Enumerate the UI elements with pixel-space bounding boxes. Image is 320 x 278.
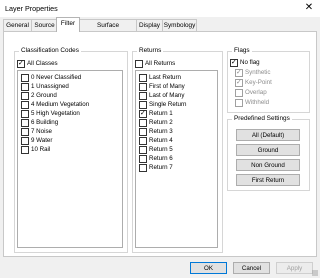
resize-grip-icon[interactable]	[312, 270, 318, 276]
cancel-button[interactable]: Cancel	[233, 262, 270, 274]
classification-group: Classification Codes All Classes 0 Never…	[14, 47, 128, 253]
list-item-label: 2 Ground	[31, 92, 57, 99]
checkbox-icon	[21, 101, 29, 109]
predefined-title: Predefined Settings	[232, 115, 292, 123]
checkbox-icon	[139, 128, 147, 136]
checkbox-icon	[230, 58, 238, 67]
tab-symbology[interactable]: Symbology	[162, 19, 197, 31]
flags-group: Flags No flag Synthetic Key-Point Overla…	[227, 47, 310, 113]
flag-label: Overlap	[245, 89, 267, 96]
checkbox-icon	[235, 89, 243, 97]
checkbox-icon	[139, 137, 147, 145]
list-item-label: Return 3	[149, 128, 173, 135]
list-item-label: Last of Many	[149, 92, 185, 99]
list-item-label: Last Return	[149, 74, 181, 81]
list-item-label: 4 Medium Vegetation	[31, 101, 90, 108]
flag-label: Withheld	[245, 99, 270, 106]
checkbox-icon	[139, 119, 147, 127]
list-item-label: 6 Building	[31, 119, 59, 126]
tab-source[interactable]: Source	[31, 19, 58, 31]
checkbox-icon	[139, 146, 147, 154]
checkbox-icon	[235, 78, 243, 87]
layer-properties-dialog: Layer Properties ✕ General Source Filter…	[0, 0, 320, 278]
list-item-label: 0 Never Classified	[31, 74, 82, 81]
checkbox-icon	[21, 146, 29, 154]
predefined-settings-group: Predefined Settings All (Default) Ground…	[227, 115, 310, 191]
list-item-label: Return 7	[149, 164, 173, 171]
ok-button[interactable]: OK	[190, 262, 227, 274]
tab-general[interactable]: General	[3, 19, 32, 31]
classification-title: Classification Codes	[19, 47, 81, 55]
flag-label: Synthetic	[245, 69, 271, 76]
apply-button[interactable]: Apply	[276, 262, 313, 274]
checkbox-icon	[21, 128, 29, 136]
all-returns-label: All Returns	[145, 60, 176, 67]
list-item-label: 10 Rail	[31, 146, 51, 153]
list-item-label: Return 2	[149, 119, 173, 126]
checkbox-icon	[139, 83, 147, 91]
flags-title: Flags	[232, 47, 252, 55]
checkbox-icon	[139, 101, 147, 109]
flag-label: Key-Point	[245, 79, 272, 86]
returns-list[interactable]: Last Return First of Many Last of Many S…	[135, 70, 218, 248]
checkbox-icon	[21, 74, 29, 82]
classification-list[interactable]: 0 Never Classified 1 Unassigned 2 Ground…	[17, 70, 123, 248]
list-item-label: 5 High Vegetation	[31, 110, 80, 117]
checkbox-icon	[139, 164, 147, 172]
checkbox-icon	[139, 92, 147, 100]
list-item-label: Return 6	[149, 155, 173, 162]
checkbox-icon	[139, 74, 147, 82]
flag-label: No flag	[240, 59, 260, 66]
close-icon[interactable]: ✕	[303, 2, 315, 14]
filter-panel: Classification Codes All Classes 0 Never…	[3, 31, 317, 257]
list-item-label: Return 1	[149, 110, 173, 117]
non-ground-button[interactable]: Non Ground	[236, 159, 300, 171]
checkbox-icon	[21, 92, 29, 100]
list-item-label: 7 Noise	[31, 128, 52, 135]
checkbox-icon	[235, 68, 243, 77]
title-bar: Layer Properties ✕	[0, 0, 320, 17]
checkbox-icon	[21, 83, 29, 91]
all-returns-check-icon	[135, 60, 143, 68]
list-item-label: Return 5	[149, 146, 173, 153]
window-title: Layer Properties	[5, 4, 58, 13]
ground-button[interactable]: Ground	[236, 144, 300, 156]
list-item-label: First of Many	[149, 83, 185, 90]
checkbox-icon	[235, 99, 243, 107]
checkbox-icon	[21, 119, 29, 127]
checkbox-icon	[139, 155, 147, 163]
returns-title: Returns	[137, 47, 164, 55]
all-classes-check-icon	[17, 59, 25, 68]
tab-filter[interactable]: Filter	[56, 17, 80, 32]
list-item-label: 9 Water	[31, 137, 53, 144]
all-default-button[interactable]: All (Default)	[236, 129, 300, 141]
list-item-label: 1 Unassigned	[31, 83, 69, 90]
returns-group: Returns All Returns Last Return First of…	[132, 47, 223, 253]
checkbox-icon	[139, 109, 147, 118]
tab-surface-constraints[interactable]: Surface Constraints	[79, 19, 137, 40]
list-item-label: Single Return	[149, 101, 187, 108]
first-return-button[interactable]: First Return	[236, 174, 300, 186]
checkbox-icon	[21, 137, 29, 145]
list-item-label: Return 4	[149, 137, 173, 144]
all-classes-label: All Classes	[27, 60, 58, 67]
tab-display[interactable]: Display	[136, 19, 163, 31]
checkbox-icon	[21, 110, 29, 118]
